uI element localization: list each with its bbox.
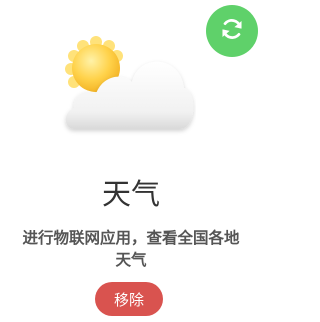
app-description-line2: 天气 [115, 251, 147, 269]
weather-icon-container [56, 36, 196, 136]
remove-button[interactable]: 移除 [95, 282, 163, 316]
refresh-button[interactable] [206, 5, 258, 57]
app-description-line1: 进行物联网应用，查看全国各地 [22, 229, 240, 247]
refresh-icon [219, 16, 245, 46]
sun-cloud-icon [65, 36, 194, 129]
app-description: 进行物联网应用，查看全国各地 天气 [0, 227, 262, 271]
app-title: 天气 [101, 177, 160, 211]
